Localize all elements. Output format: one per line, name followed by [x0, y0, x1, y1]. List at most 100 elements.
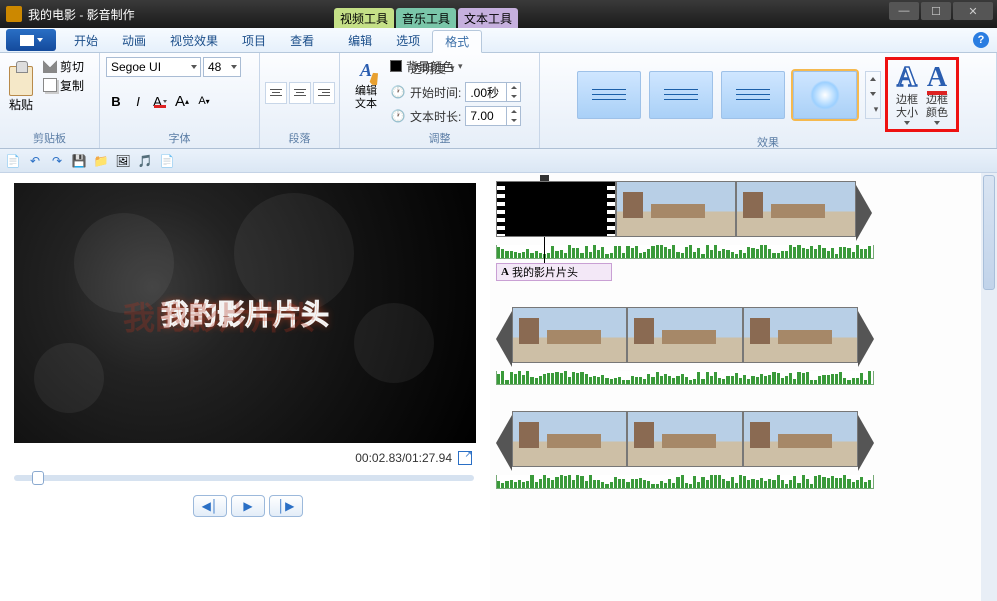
paste-label: 粘贴: [9, 96, 33, 113]
timeline-pane[interactable]: A我的影片片头: [490, 173, 997, 601]
tab-vfx[interactable]: 视觉效果: [158, 29, 230, 52]
minimize-button[interactable]: —: [889, 2, 919, 20]
bold-button[interactable]: B: [106, 91, 126, 111]
video-clip[interactable]: [512, 307, 627, 363]
maximize-button[interactable]: ☐: [921, 2, 951, 20]
effect-preset-3[interactable]: [721, 71, 785, 119]
tab-home[interactable]: 开始: [62, 29, 110, 52]
new-button[interactable]: 📄: [4, 152, 22, 170]
outline-color-button[interactable]: A 边框 颜色: [926, 64, 948, 125]
timecode-display: 00:02.83/01:27.94: [14, 443, 482, 469]
edit-text-label: 编辑 文本: [355, 85, 377, 111]
file-menu-button[interactable]: [6, 29, 56, 51]
tab-edit[interactable]: 编辑: [336, 29, 384, 52]
tab-format[interactable]: 格式: [432, 30, 482, 53]
effects-gallery-more[interactable]: ▾: [865, 71, 881, 119]
video-clip[interactable]: [743, 307, 858, 363]
italic-button[interactable]: I: [128, 91, 148, 111]
qat-btn-7[interactable]: 🎵: [136, 152, 154, 170]
video-clip[interactable]: [627, 411, 742, 467]
align-center-button[interactable]: [289, 82, 311, 104]
effect-preset-2[interactable]: [649, 71, 713, 119]
qat-btn-6[interactable]: 🖼: [114, 152, 132, 170]
caption-clip[interactable]: A我的影片片头: [496, 263, 612, 281]
start-time-row: 🕐开始时间:.00秒: [390, 81, 521, 103]
shrink-font-button[interactable]: A▾: [194, 91, 214, 111]
track-continue-icon: [858, 311, 874, 367]
duration-input[interactable]: 7.00: [465, 106, 521, 126]
vertical-scrollbar[interactable]: [981, 173, 997, 601]
seek-bar[interactable]: [14, 475, 474, 481]
help-button[interactable]: ?: [973, 32, 989, 48]
context-tab-music[interactable]: 音乐工具: [396, 8, 456, 28]
save-button[interactable]: 💾: [70, 152, 88, 170]
scrollbar-thumb[interactable]: [983, 175, 995, 290]
video-clip[interactable]: [736, 181, 856, 237]
preview-monitor[interactable]: 我的影片片头 我的影片片头: [14, 183, 476, 443]
text-icon: A: [501, 266, 509, 278]
title-text-overlay: 我的影片片头 我的影片片头: [161, 293, 329, 333]
scissors-icon: [43, 59, 57, 73]
prev-frame-button[interactable]: ◀│: [193, 495, 227, 517]
preview-pane: 我的影片片头 我的影片片头 00:02.83/01:27.94 ◀│ ▶ │▶: [0, 173, 490, 601]
fullscreen-button[interactable]: [458, 451, 472, 465]
seek-knob[interactable]: [32, 471, 44, 485]
tab-options[interactable]: 选项: [384, 29, 432, 52]
window-title: 我的电影 - 影音制作: [28, 6, 135, 23]
cut-button[interactable]: 剪切: [40, 57, 87, 75]
playback-controls: ◀│ ▶ │▶: [14, 495, 482, 517]
copy-button[interactable]: 复制: [40, 76, 87, 94]
align-right-button[interactable]: [313, 82, 335, 104]
ribbon: 粘贴 剪切 复制 剪贴板 Segoe UI 48 B I A A▴ A▾ 字体: [0, 53, 997, 149]
tab-project[interactable]: 项目: [230, 29, 278, 52]
group-label: 段落: [266, 130, 333, 146]
qat-btn-5[interactable]: 📁: [92, 152, 110, 170]
ribbon-tabs: 开始 动画 视觉效果 项目 查看 编辑 选项 格式 ?: [0, 28, 997, 53]
video-clip[interactable]: [512, 411, 627, 467]
qat-btn-8[interactable]: 📄: [158, 152, 176, 170]
start-time-input[interactable]: .00秒: [465, 82, 521, 102]
track-continue-icon: [496, 415, 512, 471]
group-label: 调整: [346, 130, 533, 146]
group-paragraph: 段落: [260, 53, 340, 148]
tab-view[interactable]: 查看: [278, 29, 326, 52]
group-adjust: A 编辑 文本 A透明度▾ 🕐开始时间:.00秒 🕐文本时长:7.00 背景颜色…: [340, 53, 540, 148]
outline-size-button[interactable]: A 边框 大小: [896, 64, 918, 125]
tab-anim[interactable]: 动画: [110, 29, 158, 52]
next-frame-button[interactable]: │▶: [269, 495, 303, 517]
track-continue-icon: [856, 185, 872, 241]
play-button[interactable]: ▶: [231, 495, 265, 517]
group-label: 效果: [546, 134, 990, 150]
video-clip[interactable]: [627, 307, 742, 363]
group-label: 字体: [106, 130, 253, 146]
paste-button[interactable]: 粘贴: [6, 57, 36, 113]
video-clip[interactable]: [496, 181, 616, 237]
close-button[interactable]: ✕: [953, 2, 993, 20]
font-size-select[interactable]: 48: [203, 57, 241, 77]
bg-color-button[interactable]: 背景颜色▾: [390, 55, 463, 77]
track-continue-icon: [496, 311, 512, 367]
outline-size-icon: A: [897, 64, 917, 92]
audio-waveform[interactable]: [496, 475, 874, 489]
clock-icon: 🕐: [390, 84, 406, 100]
outline-color-icon: A: [927, 64, 947, 92]
font-color-button[interactable]: A: [150, 91, 170, 111]
redo-button[interactable]: ↷: [48, 152, 66, 170]
grow-font-button[interactable]: A▴: [172, 91, 192, 111]
video-clip[interactable]: [743, 411, 858, 467]
effect-preset-1[interactable]: [577, 71, 641, 119]
video-clip[interactable]: [616, 181, 736, 237]
contextual-tabs: 视频工具 音乐工具 文本工具: [334, 0, 520, 28]
audio-waveform[interactable]: [496, 371, 874, 385]
align-left-button[interactable]: [265, 82, 287, 104]
undo-button[interactable]: ↶: [26, 152, 44, 170]
font-family-select[interactable]: Segoe UI: [106, 57, 201, 77]
effect-preset-4[interactable]: [793, 71, 857, 119]
edit-text-button[interactable]: A 编辑 文本: [346, 57, 386, 111]
timeline-row-3: [496, 411, 874, 489]
audio-waveform[interactable]: [496, 245, 874, 259]
quick-access-toolbar: 📄 ↶ ↷ 💾 📁 🖼 🎵 📄: [0, 149, 997, 173]
timeline-row-1: A我的影片片头: [496, 181, 874, 281]
context-tab-text[interactable]: 文本工具: [458, 8, 518, 28]
context-tab-video[interactable]: 视频工具: [334, 8, 394, 28]
